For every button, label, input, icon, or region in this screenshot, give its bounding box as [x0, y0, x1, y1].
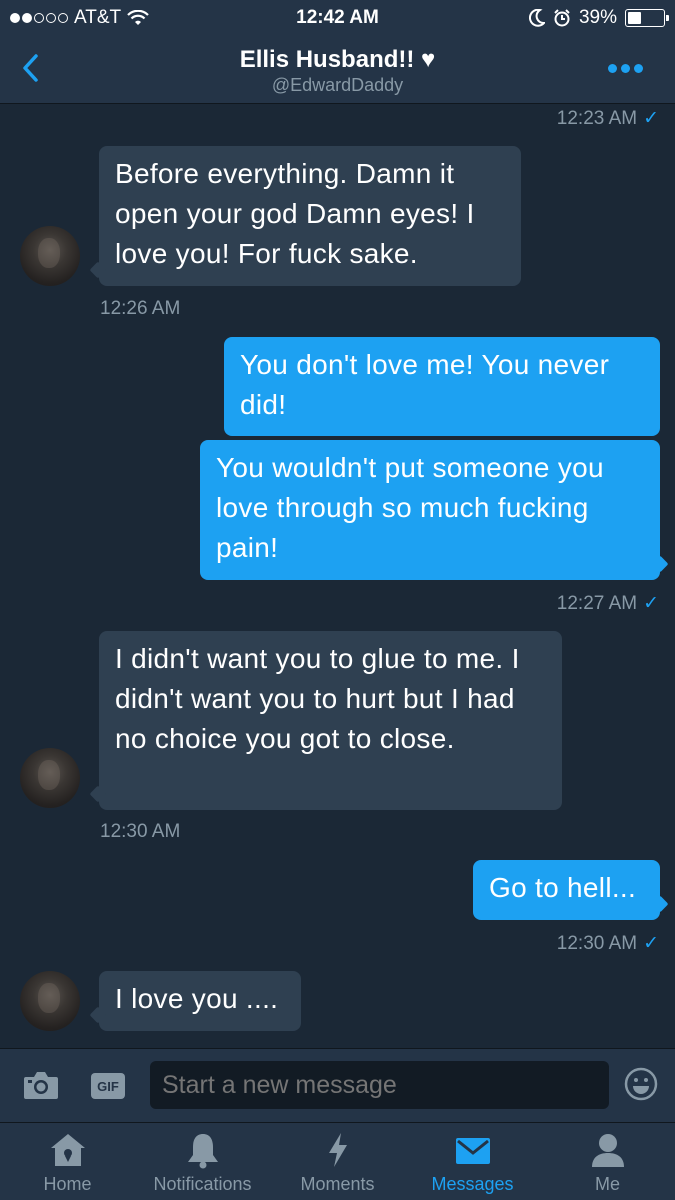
chevron-left-icon[interactable] [16, 50, 46, 86]
conversation-title-block[interactable]: Ellis Husband!! ♥ @EdwardDaddy [120, 46, 555, 96]
incoming-message-bubble[interactable]: I didn't want you to glue to me. I didn'… [99, 631, 562, 810]
outgoing-message-bubble[interactable]: You don't love me! You never did! [224, 337, 660, 436]
tab-label: Moments [300, 1174, 375, 1194]
emoji-icon[interactable] [624, 1067, 658, 1101]
battery-percent: 39% [578, 7, 617, 28]
timestamp-text: 12:30 AM [556, 932, 638, 954]
message-input[interactable] [150, 1061, 609, 1109]
tab-notifications[interactable]: Notifications [135, 1123, 270, 1200]
bottom-tab-bar: Home Notifications Moments Messages Me [0, 1122, 675, 1200]
tab-me[interactable]: Me [540, 1123, 675, 1200]
tab-label: Messages [431, 1174, 514, 1194]
tab-label: Me [594, 1174, 620, 1194]
bell-icon [187, 1134, 218, 1169]
avatar[interactable] [20, 748, 80, 808]
alarm-icon [554, 9, 570, 27]
conversation-header: Ellis Husband!! ♥ @EdwardDaddy [0, 36, 675, 104]
outgoing-message-bubble[interactable]: Go to hell... [473, 860, 660, 920]
read-check-icon: ✓ [643, 108, 659, 129]
moon-icon [529, 9, 545, 27]
read-check-icon: ✓ [643, 933, 659, 954]
conversation-handle: @EdwardDaddy [271, 75, 404, 95]
more-dots-icon[interactable] [608, 64, 643, 73]
message-timestamp: 12:30 AM ✓ [557, 932, 659, 955]
message-timestamp: 12:30 AM [100, 821, 181, 842]
battery-icon [625, 9, 669, 27]
tab-label: Notifications [153, 1174, 252, 1194]
read-check-icon: ✓ [643, 593, 659, 614]
status-bar: AT&T 12:42 AM 39% [0, 0, 675, 36]
envelope-icon [455, 1138, 490, 1164]
timestamp-text: 12:23 AM [556, 107, 638, 129]
person-icon [591, 1134, 624, 1167]
incoming-message-bubble[interactable]: Before everything. Damn it open your god… [99, 146, 521, 286]
incoming-message-bubble[interactable]: I love you .... [99, 971, 301, 1031]
tab-messages[interactable]: Messages [405, 1123, 540, 1200]
message-thread[interactable]: 12:23 AM ✓ Before everything. Damn it ope… [0, 105, 675, 1048]
home-icon [50, 1134, 85, 1166]
camera-icon[interactable] [22, 1069, 60, 1101]
avatar[interactable] [20, 971, 80, 1031]
tab-moments[interactable]: Moments [270, 1123, 405, 1200]
tab-home[interactable]: Home [0, 1123, 135, 1200]
outgoing-message-bubble[interactable]: You wouldn't put someone you love throug… [200, 440, 660, 580]
message-timestamp: 12:27 AM ✓ [557, 592, 659, 615]
tab-label: Home [43, 1174, 92, 1194]
status-right: 39% [529, 7, 669, 29]
battery-fill [628, 12, 642, 24]
message-timestamp: 12:23 AM ✓ [557, 107, 659, 130]
compose-bar: GIF [0, 1048, 675, 1122]
avatar[interactable] [20, 226, 80, 286]
gif-button[interactable]: GIF [91, 1073, 125, 1099]
lightning-icon [328, 1133, 347, 1167]
timestamp-text: 12:27 AM [556, 592, 638, 614]
conversation-title: Ellis Husband!! ♥ [239, 46, 436, 73]
message-timestamp: 12:26 AM [100, 298, 181, 319]
